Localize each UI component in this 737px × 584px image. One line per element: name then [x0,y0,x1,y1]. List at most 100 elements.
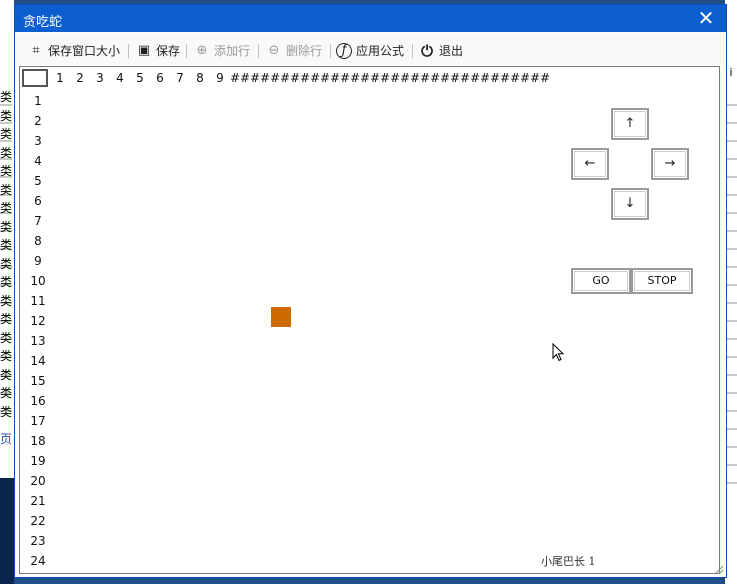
row-header[interactable]: 3 [26,131,50,151]
title-bar[interactable]: 贪吃蛇 ✕ [15,5,726,32]
row-header[interactable]: 22 [26,511,50,531]
power-icon: ⏻ [421,42,433,60]
row-header[interactable]: 23 [26,531,50,551]
column-header[interactable]: 7 [170,71,190,85]
row-header[interactable]: 17 [26,411,50,431]
column-header[interactable]: ## [350,71,370,85]
left-button[interactable]: ← [571,148,609,180]
background-app-cell-label: 类 [0,312,13,326]
row-header[interactable]: 10 [26,271,50,291]
resize-grip-icon[interactable] [712,563,724,575]
row-header[interactable]: 16 [26,391,50,411]
row-header[interactable]: 18 [26,431,50,451]
column-header[interactable]: ## [270,71,290,85]
snake-game-window: 贪吃蛇 ✕ ⌗ 保存窗口大小 ▣ 保存 ⊕ 添加行 ⊖ 删除行 ƒ 应用公式 ⏻ [14,4,727,578]
add-row-button[interactable]: ⊕ 添加行 [194,42,250,60]
row-header[interactable]: 19 [26,451,50,471]
background-app-cell-label: 类 [0,256,13,271]
right-button[interactable]: → [651,148,689,180]
window-title: 贪吃蛇 [23,15,63,30]
background-app-cell-label: 类 [0,127,13,141]
background-app-cell-label: 类 [0,182,13,197]
row-header[interactable]: 2 [26,111,50,131]
background-app-cell-label: 类 [0,145,13,160]
row-header[interactable]: 12 [26,311,50,331]
column-header[interactable]: ## [330,71,350,85]
save-window-size-label: 保存窗口大小 [48,44,121,58]
row-header[interactable]: 20 [26,471,50,491]
apply-formula-label: 应用公式 [356,44,405,58]
toolbar-divider [412,44,413,58]
row-header[interactable]: 7 [26,211,50,231]
save-window-size-button[interactable]: ⌗ 保存窗口大小 [28,42,120,60]
delete-row-button[interactable]: ⊖ 删除行 [266,42,322,60]
row-header[interactable]: 8 [26,231,50,251]
toolbar: ⌗ 保存窗口大小 ▣ 保存 ⊕ 添加行 ⊖ 删除行 ƒ 应用公式 ⏻ 退出 [16,33,725,65]
row-header[interactable]: 9 [26,251,50,271]
row-header[interactable]: 24 [26,551,50,571]
column-header[interactable]: ## [230,71,250,85]
column-header[interactable]: 8 [190,71,210,85]
game-grid[interactable]: 1 2 3 4 5 6 7 8 9 ## ## ## ## ## ## ## ## ## ## ## ## ## ## ## #… [19,66,720,574]
exit-button[interactable]: ⏻ 退出 [419,42,463,60]
background-app-cell-label: 类 [0,164,13,178]
row-header[interactable]: 5 [26,171,50,191]
remove-circle-icon: ⊖ [268,43,280,58]
background-app-cell-label: 类 [0,349,13,363]
column-header[interactable]: 6 [150,71,170,85]
column-header[interactable]: 2 [70,71,90,85]
background-app-cell-label: 类 [0,90,13,104]
background-app-footer [0,478,14,584]
column-header[interactable]: ## [490,71,510,85]
row-header[interactable]: 14 [26,351,50,371]
add-circle-icon: ⊕ [196,43,208,58]
column-header[interactable]: ## [390,71,410,85]
row-header[interactable]: 15 [26,371,50,391]
column-header[interactable]: 4 [110,71,130,85]
background-app-cell-label: 类 [0,108,13,123]
toolbar-divider [330,44,331,58]
column-header[interactable]: ## [370,71,390,85]
column-header[interactable]: ## [530,71,550,85]
column-header[interactable]: ## [250,71,270,85]
row-header[interactable]: 11 [26,291,50,311]
background-app-cell-label: 类 [0,367,13,382]
apply-formula-button[interactable]: ƒ 应用公式 [336,42,404,60]
column-header[interactable]: 1 [50,71,70,85]
toolbar-divider [258,44,259,58]
stop-button[interactable]: STOP [631,268,693,294]
save-button[interactable]: ▣ 保存 [136,42,180,60]
column-header[interactable]: 5 [130,71,150,85]
background-app-cell-label: 类 [0,293,13,308]
grid-corner-cell[interactable] [22,69,48,87]
background-app-cell-label: 类 [0,386,13,400]
up-button[interactable]: ↑ [611,108,649,140]
background-app-cell-label: 类 [0,275,13,289]
close-button[interactable]: ✕ [696,8,716,28]
column-header[interactable]: ## [470,71,490,85]
add-row-label: 添加行 [214,44,251,58]
toolbar-divider [186,44,187,58]
crop-icon: ⌗ [32,43,40,58]
mouse-cursor-icon [552,343,565,362]
save-label: 保存 [156,44,181,58]
function-icon: ƒ [336,43,352,59]
row-header[interactable]: 21 [26,491,50,511]
column-header[interactable]: 9 [210,71,230,85]
row-header[interactable]: 13 [26,331,50,351]
row-header[interactable]: 6 [26,191,50,211]
column-header[interactable]: ## [430,71,450,85]
column-header[interactable]: ## [510,71,530,85]
row-header[interactable]: 4 [26,151,50,171]
column-header[interactable]: 3 [90,71,110,85]
background-app-cell-label: 类 [0,330,13,345]
column-header[interactable]: ## [450,71,470,85]
down-button[interactable]: ↓ [611,188,649,220]
row-header[interactable]: 1 [26,91,50,111]
column-header[interactable]: ## [310,71,330,85]
column-header[interactable]: ## [290,71,310,85]
column-header[interactable]: ## [410,71,430,85]
background-app-link: 页 [0,432,13,446]
exit-label: 退出 [439,44,464,58]
go-button[interactable]: GO [571,268,631,294]
